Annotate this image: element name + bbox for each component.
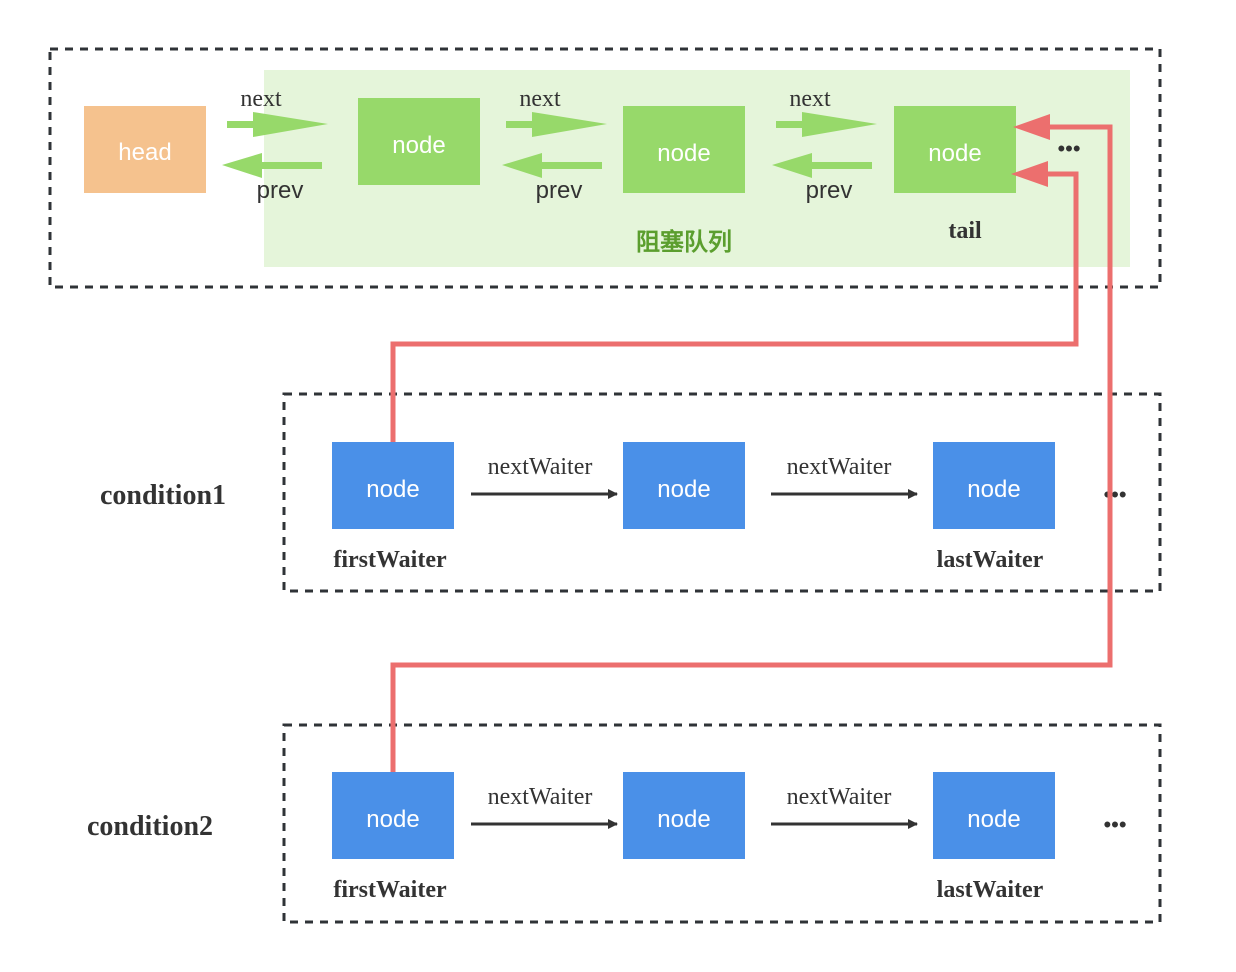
queue-node-2-label: node <box>657 140 710 167</box>
aqs-condition-diagram: head node node node next next next prev … <box>48 47 1162 924</box>
queue-node-1-label: node <box>392 132 445 159</box>
condition2-last-waiter-label: lastWaiter <box>937 877 1044 903</box>
condition1-label: condition1 <box>100 480 226 511</box>
condition2-next-waiter-label-1: nextWaiter <box>488 784 593 810</box>
condition2-first-waiter-label: firstWaiter <box>333 877 447 903</box>
condition2-ellipsis: ••• <box>1103 812 1126 837</box>
condition1-node-3-label: node <box>967 476 1020 503</box>
condition2-container: condition2 node node node nextWaiter nex… <box>87 723 1162 924</box>
condition1-container: condition1 node node node nextWaiter nex… <box>100 392 1162 593</box>
next-label-1: next <box>240 86 282 112</box>
sync-queue-ellipsis: ••• <box>1057 136 1080 161</box>
prev-label-1: prev <box>257 177 304 204</box>
condition1-next-waiter-label-2: nextWaiter <box>787 454 892 480</box>
condition1-node-1-label: node <box>366 476 419 503</box>
next-label-3: next <box>789 86 831 112</box>
tail-label: tail <box>948 218 982 244</box>
condition1-last-waiter-label: lastWaiter <box>937 547 1044 573</box>
condition2-node-3-label: node <box>967 806 1020 833</box>
prev-label-2: prev <box>536 177 583 204</box>
condition2-next-waiter-label-2: nextWaiter <box>787 784 892 810</box>
condition1-ellipsis: ••• <box>1103 482 1126 507</box>
condition2-label: condition2 <box>87 811 213 842</box>
condition2-node-1-label: node <box>366 806 419 833</box>
condition1-next-waiter-label-1: nextWaiter <box>488 454 593 480</box>
next-label-2: next <box>519 86 561 112</box>
queue-node-tail-label: node <box>928 140 981 167</box>
condition1-first-waiter-label: firstWaiter <box>333 547 447 573</box>
head-label: head <box>118 139 171 166</box>
condition2-node-2-label: node <box>657 806 710 833</box>
condition1-node-2-label: node <box>657 476 710 503</box>
blocking-queue-label: 阻塞队列 <box>636 228 732 256</box>
prev-label-3: prev <box>806 177 853 204</box>
sync-queue-container: head node node node next next next prev … <box>48 47 1162 289</box>
